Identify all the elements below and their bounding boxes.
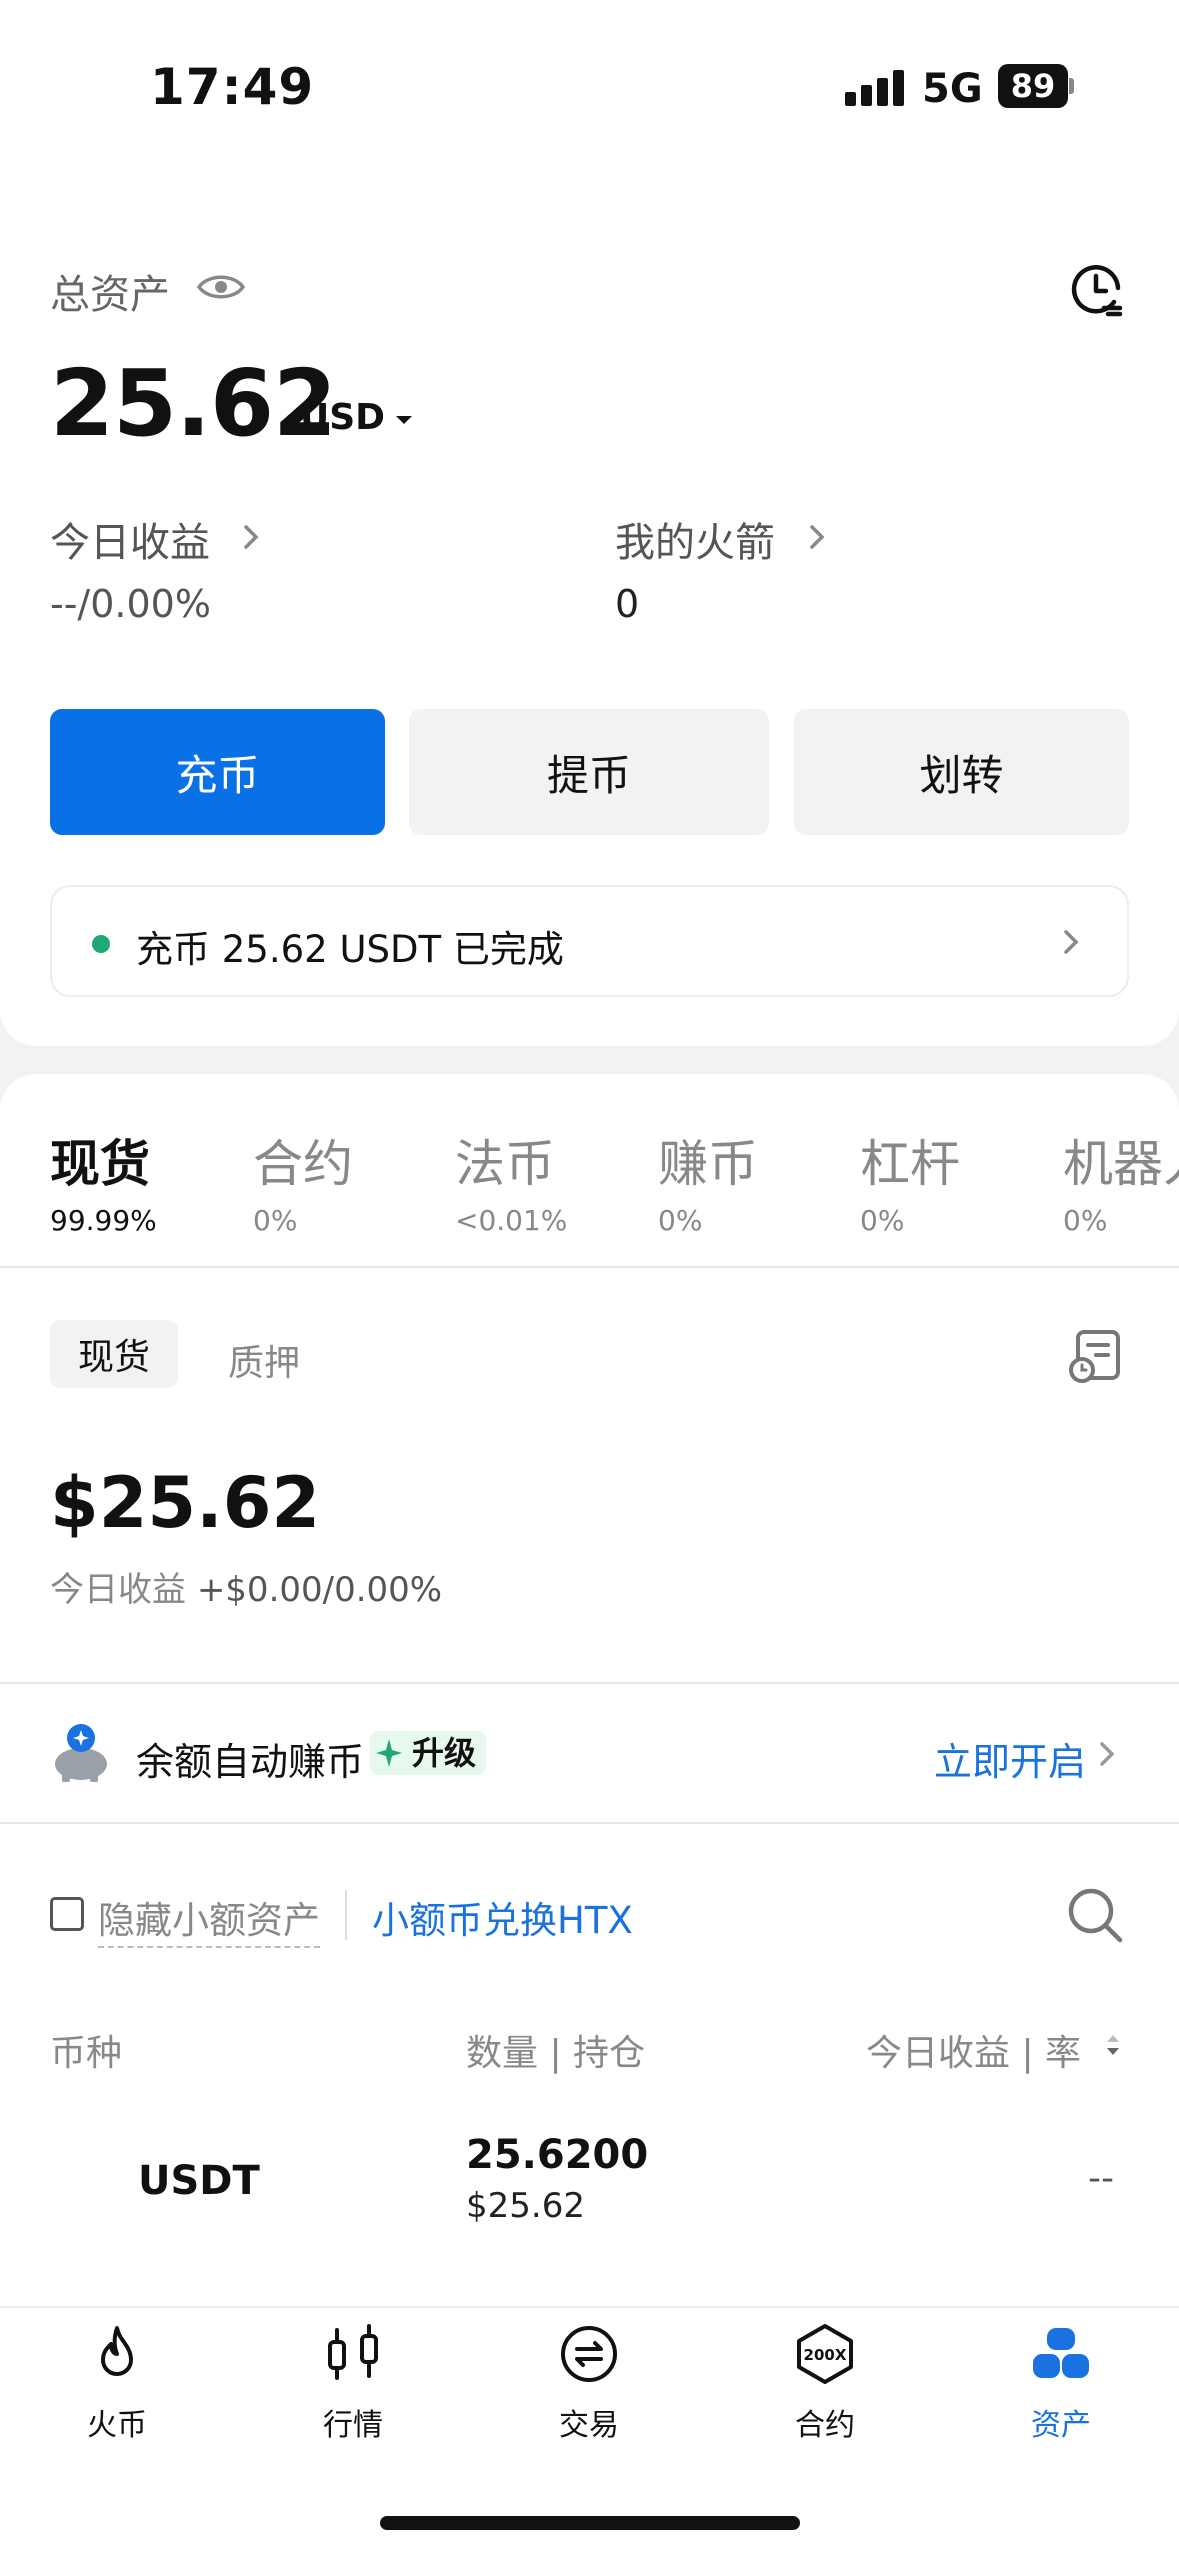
- nav-market[interactable]: 行情: [273, 2322, 433, 2444]
- candlestick-icon: [328, 2324, 378, 2380]
- total-balance: 25.62: [50, 350, 337, 457]
- spot-balance: $25.62: [50, 1462, 321, 1544]
- deposit-notice[interactable]: 充币 25.62 USDT 已完成: [50, 885, 1129, 997]
- battery-level: 89: [998, 64, 1068, 108]
- my-rocket-label[interactable]: 我的火箭: [615, 510, 775, 568]
- divider: [0, 1822, 1179, 1824]
- nav-contract[interactable]: 200X 合约: [745, 2322, 905, 2444]
- chevron-right-icon[interactable]: [1098, 1739, 1116, 1769]
- status-time: 17:49: [150, 58, 315, 116]
- subtab-spot[interactable]: 现货: [50, 1320, 178, 1388]
- hide-small-label[interactable]: 隐藏小额资产: [98, 1890, 320, 1948]
- spot-today-label: 今日收益: [50, 1570, 186, 1610]
- sort-icon[interactable]: [1104, 2030, 1122, 2060]
- hide-small-checkbox[interactable]: [50, 1897, 84, 1931]
- nav-home[interactable]: 火币: [37, 2322, 197, 2444]
- chevron-right-icon[interactable]: [242, 522, 260, 552]
- nav-assets[interactable]: 资产: [981, 2322, 1141, 2444]
- column-qty: 数量 | 持仓: [466, 2033, 646, 2074]
- divider: [0, 1266, 1179, 1268]
- today-pnl-label[interactable]: 今日收益: [50, 510, 210, 568]
- deposit-button[interactable]: 充币: [50, 709, 385, 835]
- tab-spot[interactable]: 现货 99.99%: [50, 1124, 157, 1237]
- tab-margin[interactable]: 杠杆 0%: [860, 1124, 960, 1237]
- coin-quantity: 25.6200: [466, 2132, 649, 2178]
- column-pnl[interactable]: 今日收益 | 率: [866, 2024, 1081, 2076]
- subtab-pledge[interactable]: 质押: [228, 1334, 300, 1386]
- tab-fiat[interactable]: 法币 <0.01%: [455, 1124, 567, 1237]
- bill-history-icon[interactable]: [1068, 1328, 1124, 1384]
- contract-200x-icon: 200X: [797, 2324, 853, 2384]
- history-icon[interactable]: [1068, 262, 1124, 318]
- home-indicator: [380, 2516, 800, 2530]
- chevron-right-icon[interactable]: [808, 522, 826, 552]
- assets-icon: [1033, 2328, 1089, 2378]
- signal-icon: [845, 70, 905, 106]
- coin-name: USDT: [138, 2158, 260, 2204]
- my-rocket-value: 0: [615, 582, 640, 626]
- chevron-right-icon: [1064, 930, 1079, 954]
- auto-earn-label: 余额自动赚币: [136, 1740, 365, 1784]
- svg-text:200X: 200X: [804, 2346, 847, 2364]
- spot-today-value: +$0.00/0.00%: [196, 1570, 443, 1610]
- battery-icon: 89: [998, 64, 1074, 108]
- currency-selector[interactable]: USD: [300, 397, 385, 438]
- eye-icon[interactable]: [196, 270, 246, 304]
- sparkle-icon: [376, 1739, 402, 1767]
- piggy-bank-icon: [55, 1724, 107, 1782]
- spot-today-pnl: 今日收益 +$0.00/0.00%: [50, 1562, 442, 1611]
- tab-earn[interactable]: 赚币 0%: [658, 1124, 758, 1237]
- convert-small-link[interactable]: 小额币兑换HTX: [372, 1890, 633, 1944]
- withdraw-button[interactable]: 提币: [409, 709, 769, 835]
- notice-text: 充币 25.62 USDT 已完成: [136, 928, 564, 971]
- today-pnl-value: --/0.00%: [50, 582, 211, 626]
- flame-icon: [101, 2326, 133, 2376]
- total-assets-label: 总资产: [50, 272, 170, 318]
- caret-down-icon[interactable]: [394, 414, 414, 426]
- divider: [0, 1682, 1179, 1684]
- coin-value: $25.62: [466, 2186, 585, 2226]
- column-coin: 币种: [50, 2033, 123, 2074]
- status-dot: [92, 935, 110, 953]
- separator: [345, 1890, 347, 1940]
- nav-trade[interactable]: 交易: [509, 2322, 669, 2444]
- transfer-button[interactable]: 划转: [794, 709, 1129, 835]
- tab-bot[interactable]: 机器人 0%: [1063, 1124, 1179, 1237]
- tab-contract[interactable]: 合约 0%: [253, 1124, 353, 1237]
- enable-now-link[interactable]: 立即开启: [934, 1731, 1086, 1786]
- search-icon[interactable]: [1066, 1886, 1124, 1944]
- coin-pnl: --: [1088, 2158, 1114, 2199]
- network-type: 5G: [922, 66, 983, 112]
- exchange-icon: [561, 2326, 617, 2382]
